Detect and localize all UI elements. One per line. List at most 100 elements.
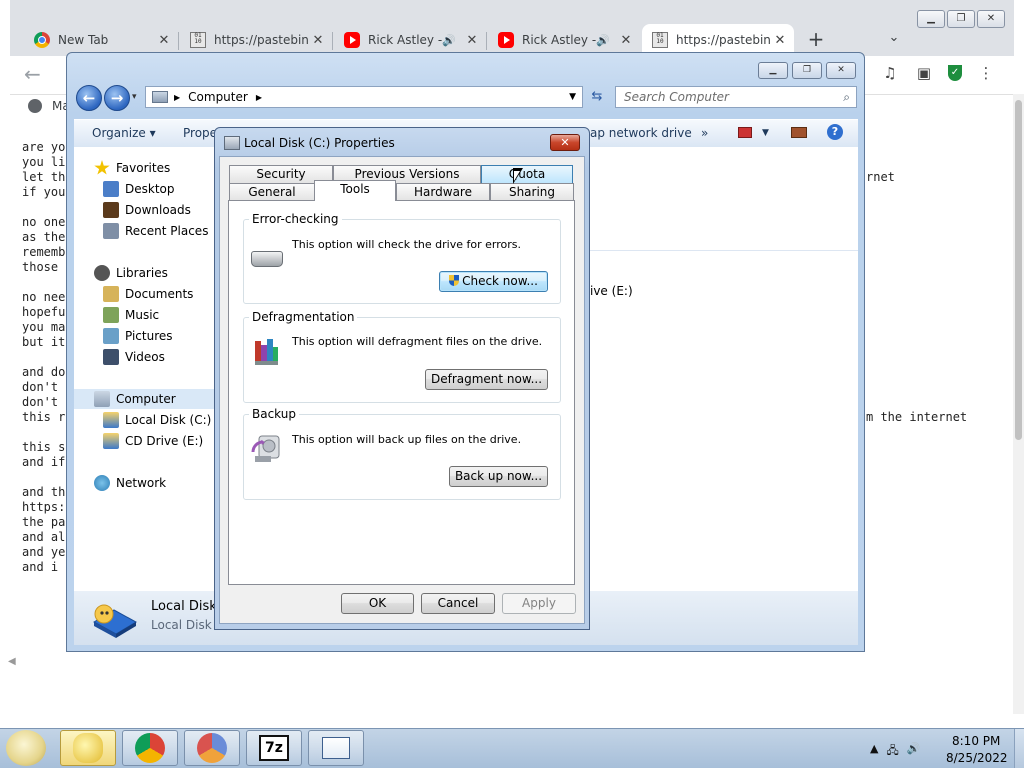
nav-computer[interactable]: Computer bbox=[94, 391, 176, 407]
show-desktop-button[interactable] bbox=[1014, 729, 1024, 768]
refresh-icon[interactable]: ⇆ bbox=[586, 86, 608, 108]
group-title: Error-checking bbox=[249, 212, 342, 226]
nav-desktop[interactable]: Desktop bbox=[103, 181, 175, 197]
7zip-icon: 7z bbox=[259, 735, 289, 761]
back-up-now-button[interactable]: Back up now... bbox=[449, 466, 548, 487]
view-options-icon[interactable] bbox=[738, 127, 752, 138]
content-item-cd-drive[interactable]: ive (E:) bbox=[590, 284, 633, 298]
computer-icon bbox=[94, 391, 110, 407]
check-now-button[interactable]: Check now... bbox=[439, 271, 548, 292]
close-tab-icon[interactable]: ✕ bbox=[618, 33, 634, 48]
nav-label: Network bbox=[116, 476, 167, 490]
taskbar-explorer-button[interactable] bbox=[60, 730, 116, 766]
tab-tools[interactable]: Tools bbox=[314, 180, 396, 201]
search-icon[interactable]: ⌕ bbox=[843, 90, 850, 105]
nav-documents[interactable]: Documents bbox=[103, 286, 193, 302]
maximize-icon[interactable]: ❐ bbox=[947, 10, 975, 28]
nav-label: Desktop bbox=[125, 182, 175, 196]
tab-general[interactable]: General bbox=[229, 183, 315, 201]
nav-music[interactable]: Music bbox=[103, 307, 159, 323]
side-panel-icon[interactable]: ▣ bbox=[914, 64, 934, 82]
map-network-drive-button[interactable]: ap network drive bbox=[590, 126, 692, 140]
page-scrollbar-thumb[interactable] bbox=[1015, 100, 1022, 440]
network-icon bbox=[94, 475, 110, 491]
uac-shield-icon bbox=[449, 275, 460, 286]
address-bar[interactable]: ▶ Computer ▶ ▼ bbox=[145, 86, 583, 108]
organize-button[interactable]: Organize ▾ bbox=[92, 126, 156, 140]
preview-pane-icon[interactable] bbox=[791, 127, 807, 138]
nav-label: Libraries bbox=[116, 266, 168, 280]
taskbar-chromium-button[interactable] bbox=[184, 730, 240, 766]
close-icon[interactable]: ✕ bbox=[977, 10, 1005, 28]
minimize-icon[interactable]: ▁ bbox=[758, 62, 788, 79]
local-disk-large-icon bbox=[92, 604, 138, 638]
network-tray-icon[interactable]: 🖧 bbox=[886, 742, 898, 761]
clock-time[interactable]: 8:10 PM bbox=[952, 734, 1000, 748]
nav-recent-places[interactable]: Recent Places bbox=[103, 223, 208, 239]
recent-pages-chevron-icon[interactable]: ▾ bbox=[132, 92, 137, 102]
pastebin-text-line: you li bbox=[22, 155, 66, 169]
computer-icon bbox=[152, 91, 168, 103]
show-hidden-icons-icon[interactable]: ▲ bbox=[870, 742, 878, 761]
breadcrumb-arrow-icon[interactable]: ▶ bbox=[256, 93, 262, 102]
pastebin-text-line: https: bbox=[22, 500, 66, 514]
nav-local-disk-c[interactable]: Local Disk (C:) bbox=[103, 412, 211, 428]
details-item-type: Local Disk bbox=[151, 618, 212, 632]
cancel-button[interactable]: Cancel bbox=[421, 593, 495, 614]
taskbar-notepad-button[interactable] bbox=[308, 730, 364, 766]
scroll-left-arrow-icon[interactable]: ◀ bbox=[8, 656, 16, 667]
breadcrumb-arrow-icon[interactable]: ▶ bbox=[174, 93, 180, 102]
back-arrow-icon[interactable]: ← bbox=[24, 62, 41, 86]
back-button[interactable]: ← bbox=[76, 85, 102, 111]
hard-drive-icon bbox=[251, 251, 283, 267]
close-tab-icon[interactable]: ✕ bbox=[772, 33, 788, 48]
help-icon[interactable]: ? bbox=[827, 124, 843, 140]
shield-check-icon[interactable]: ✓ bbox=[948, 65, 962, 81]
tab-search-chevron-icon[interactable]: ⌄ bbox=[884, 30, 904, 50]
pastebin-text-line: and al bbox=[22, 530, 66, 544]
view-options-chevron-icon[interactable]: ▼ bbox=[762, 128, 769, 138]
nav-cd-drive-e[interactable]: CD Drive (E:) bbox=[103, 433, 203, 449]
nav-libraries[interactable]: Libraries bbox=[94, 265, 168, 281]
tab-sharing[interactable]: Sharing bbox=[490, 183, 574, 201]
more-commands-button[interactable]: » bbox=[701, 126, 708, 140]
dialog-title: Local Disk (C:) Properties bbox=[244, 136, 395, 150]
group-title: Defragmentation bbox=[249, 310, 358, 324]
nav-videos[interactable]: Videos bbox=[103, 349, 165, 365]
taskbar-chrome-button[interactable] bbox=[122, 730, 178, 766]
nav-network[interactable]: Network bbox=[94, 475, 166, 491]
properties-button[interactable]: Prope bbox=[183, 126, 217, 140]
kebab-menu-icon[interactable]: ⋮ bbox=[976, 64, 996, 82]
volume-icon[interactable]: 🔊 bbox=[907, 742, 921, 761]
speaker-icon[interactable]: 🔊 bbox=[442, 34, 456, 47]
details-item-name: Local Disk bbox=[151, 599, 217, 614]
nav-downloads[interactable]: Downloads bbox=[103, 202, 191, 218]
minimize-icon[interactable]: ▁ bbox=[917, 10, 945, 28]
forward-button[interactable]: → bbox=[104, 85, 130, 111]
tab-quota[interactable]: Quota bbox=[481, 165, 573, 183]
start-button[interactable] bbox=[6, 730, 46, 766]
close-tab-icon[interactable]: ✕ bbox=[310, 33, 326, 48]
close-tab-icon[interactable]: ✕ bbox=[156, 33, 172, 48]
dialog-close-button[interactable]: ✕ bbox=[550, 134, 580, 151]
ok-button[interactable]: OK bbox=[341, 593, 414, 614]
apply-button[interactable]: Apply bbox=[502, 593, 576, 614]
search-input[interactable]: Search Computer ⌕ bbox=[615, 86, 857, 108]
nav-pictures[interactable]: Pictures bbox=[103, 328, 173, 344]
defragment-now-button[interactable]: Defragment now... bbox=[425, 369, 548, 390]
maximize-icon[interactable]: ❐ bbox=[792, 62, 822, 79]
clock-date[interactable]: 8/25/2022 bbox=[946, 751, 1008, 765]
taskbar-7zip-button[interactable]: 7z bbox=[246, 730, 302, 766]
close-icon[interactable]: ✕ bbox=[826, 62, 856, 79]
new-tab-button[interactable]: + bbox=[806, 28, 826, 52]
close-tab-icon[interactable]: ✕ bbox=[464, 33, 480, 48]
pastebin-text-line: and th bbox=[22, 485, 66, 499]
nav-favorites[interactable]: Favorites bbox=[94, 160, 170, 176]
explorer-window-controls: ▁ ❐ ✕ bbox=[758, 62, 856, 79]
speaker-icon[interactable]: 🔊 bbox=[596, 34, 610, 47]
breadcrumb-computer[interactable]: Computer bbox=[188, 90, 248, 104]
tab-separator bbox=[332, 32, 333, 50]
tab-hardware[interactable]: Hardware bbox=[396, 183, 490, 201]
media-controls-icon[interactable]: ♫ bbox=[880, 64, 900, 82]
address-dropdown-icon[interactable]: ▼ bbox=[569, 92, 576, 102]
